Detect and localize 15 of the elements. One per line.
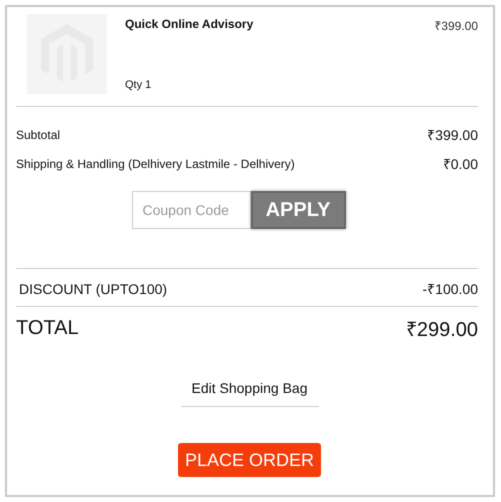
place-order-button[interactable]: PLACE ORDER <box>178 443 321 477</box>
apply-button[interactable]: APPLY <box>250 191 346 229</box>
discount-amount: -₹100.00 <box>422 280 478 298</box>
subtotal-amount: ₹399.00 <box>427 126 478 144</box>
product-price: ₹399.00 <box>434 18 478 34</box>
edit-shopping-bag-link[interactable]: Edit Shopping Bag <box>180 378 318 407</box>
shipping-label: Shipping & Handling (Delhivery Lastmile - Delhivery) <box>16 156 295 170</box>
shipping-amount: ₹0.00 <box>442 155 478 173</box>
subtotal-label: Subtotal <box>16 128 60 142</box>
total-amount: ₹299.00 <box>406 318 478 342</box>
total-label: TOTAL <box>16 317 79 340</box>
coupon-code-field[interactable]: Coupon Code <box>132 191 250 229</box>
product-name: Quick Online Advisory <box>125 17 254 33</box>
product-quantity: Qty 1 <box>125 79 152 91</box>
discount-label: DISCOUNT (UPTO100) <box>19 280 168 296</box>
